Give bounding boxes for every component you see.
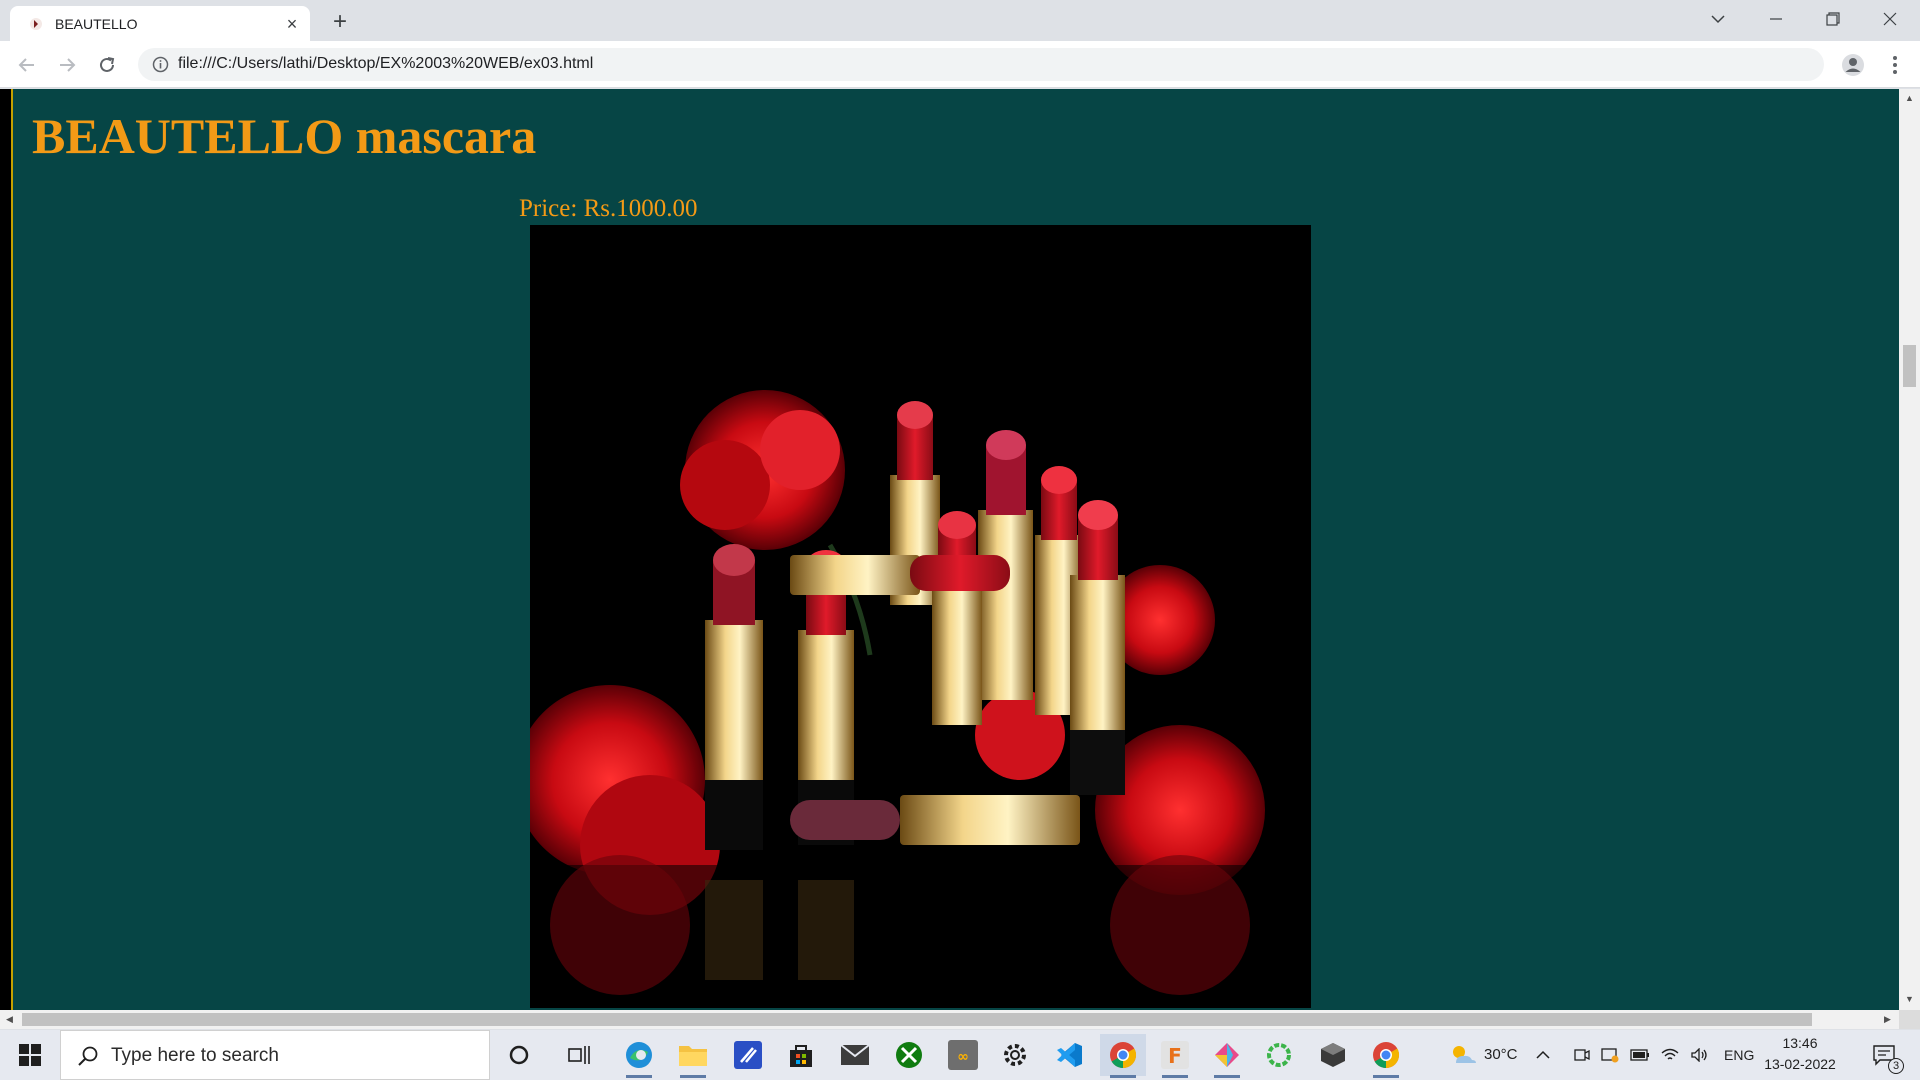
xbox-icon[interactable] (886, 1034, 932, 1076)
lipstick-photo (530, 225, 1311, 1008)
reload-icon[interactable] (92, 50, 122, 80)
active-indicator (1373, 1075, 1399, 1078)
back-icon[interactable] (12, 50, 42, 80)
ring-app-icon[interactable] (1256, 1034, 1302, 1076)
minimize-icon[interactable] (1752, 0, 1800, 38)
chrome-window-icon[interactable] (1363, 1034, 1409, 1078)
notification-badge: 3 (1888, 1058, 1904, 1074)
horizontal-scroll-thumb[interactable] (22, 1013, 1812, 1026)
scroll-down-icon[interactable]: ▼ (1905, 994, 1914, 1004)
active-indicator (1110, 1075, 1136, 1078)
active-indicator (1214, 1075, 1240, 1078)
profile-avatar-icon[interactable] (1838, 50, 1868, 80)
task-view-icon[interactable] (556, 1034, 602, 1076)
filezilla-icon[interactable]: F (1152, 1034, 1198, 1078)
scroll-up-icon[interactable]: ▲ (1905, 93, 1914, 103)
windows-logo-icon (19, 1044, 41, 1066)
vertical-scrollbar[interactable]: ▲ ▼ (1899, 89, 1920, 1010)
weather-icon[interactable] (1440, 1034, 1486, 1076)
vscode-icon[interactable] (1046, 1034, 1092, 1076)
scroll-corner (1899, 1010, 1920, 1029)
page-title: BEAUTELLO mascara (32, 108, 537, 164)
kebab-menu-icon[interactable] (1880, 50, 1910, 80)
meet-now-icon[interactable] (1568, 1034, 1596, 1076)
start-button[interactable] (0, 1030, 60, 1080)
taskbar-search-input[interactable]: Type here to search (60, 1030, 490, 1080)
wifi-icon[interactable] (1656, 1034, 1684, 1076)
restore-icon[interactable] (1809, 0, 1857, 38)
clock-date: 13-02-2022 (1764, 1056, 1836, 1072)
windows-taskbar: Type here to search ∞ F 30°C ENG 13:46 1… (0, 1030, 1920, 1080)
file-explorer-icon[interactable] (670, 1034, 716, 1078)
scroll-left-icon[interactable]: ◀ (6, 1014, 13, 1025)
system-clock[interactable]: 13:46 13-02-2022 (1760, 1033, 1840, 1075)
site-favicon-icon (30, 18, 42, 30)
page-viewport: BEAUTELLO mascara Price: Rs.1000.00 (0, 89, 1899, 1010)
volume-icon[interactable] (1686, 1034, 1714, 1076)
url-text: file:///C:/Users/lathi/Desktop/EX%2003%2… (178, 55, 594, 72)
clock-time: 13:46 (1782, 1035, 1818, 1051)
info-icon[interactable] (152, 56, 169, 73)
new-tab-button[interactable]: + (326, 8, 354, 36)
cortana-icon[interactable] (496, 1034, 542, 1076)
chrome-icon[interactable] (1100, 1034, 1146, 1078)
tab-title: BEAUTELLO (55, 16, 138, 32)
address-bar[interactable]: file:///C:/Users/lathi/Desktop/EX%2003%2… (138, 48, 1824, 81)
browser-tab[interactable]: BEAUTELLO × (10, 6, 310, 41)
store-icon[interactable] (778, 1034, 824, 1076)
battery-icon[interactable] (1626, 1034, 1654, 1076)
tab-search-icon[interactable] (1694, 0, 1742, 38)
browser-toolbar: file:///C:/Users/lathi/Desktop/EX%2003%2… (0, 41, 1920, 88)
media-app-icon[interactable]: ∞ (940, 1034, 986, 1076)
edge-browser-icon[interactable] (616, 1034, 662, 1078)
tab-strip: BEAUTELLO × + (0, 0, 1920, 41)
svg-text:F: F (1168, 1044, 1182, 1068)
vertical-scroll-thumb[interactable] (1903, 345, 1916, 387)
settings-gear-icon[interactable] (992, 1034, 1038, 1076)
close-tab-icon[interactable]: × (280, 12, 304, 36)
horizontal-scrollbar[interactable]: ◀ ▶ (0, 1010, 1899, 1029)
input-language[interactable]: ENG (1724, 1047, 1754, 1063)
mail-icon[interactable] (832, 1034, 878, 1076)
pen-app-icon[interactable] (725, 1034, 771, 1076)
cube-app-icon[interactable] (1310, 1034, 1356, 1076)
close-window-icon[interactable] (1866, 0, 1914, 38)
scroll-right-icon[interactable]: ▶ (1884, 1014, 1891, 1025)
defender-icon[interactable] (1596, 1034, 1624, 1076)
chevron-up-icon[interactable] (1528, 1034, 1558, 1076)
forward-icon[interactable] (52, 50, 82, 80)
search-placeholder: Type here to search (111, 1045, 279, 1066)
notification-center-icon[interactable]: 3 (1864, 1034, 1904, 1076)
page-left-border (0, 89, 13, 1010)
svg-text:∞: ∞ (957, 1049, 969, 1065)
active-indicator (1162, 1075, 1188, 1078)
product-image (530, 225, 1311, 1008)
product-price: Price: Rs.1000.00 (519, 195, 698, 222)
active-indicator (680, 1075, 706, 1078)
active-indicator (626, 1075, 652, 1078)
gem-app-icon[interactable] (1204, 1034, 1250, 1078)
weather-temperature[interactable]: 30°C (1484, 1046, 1518, 1063)
search-icon (78, 1046, 98, 1066)
